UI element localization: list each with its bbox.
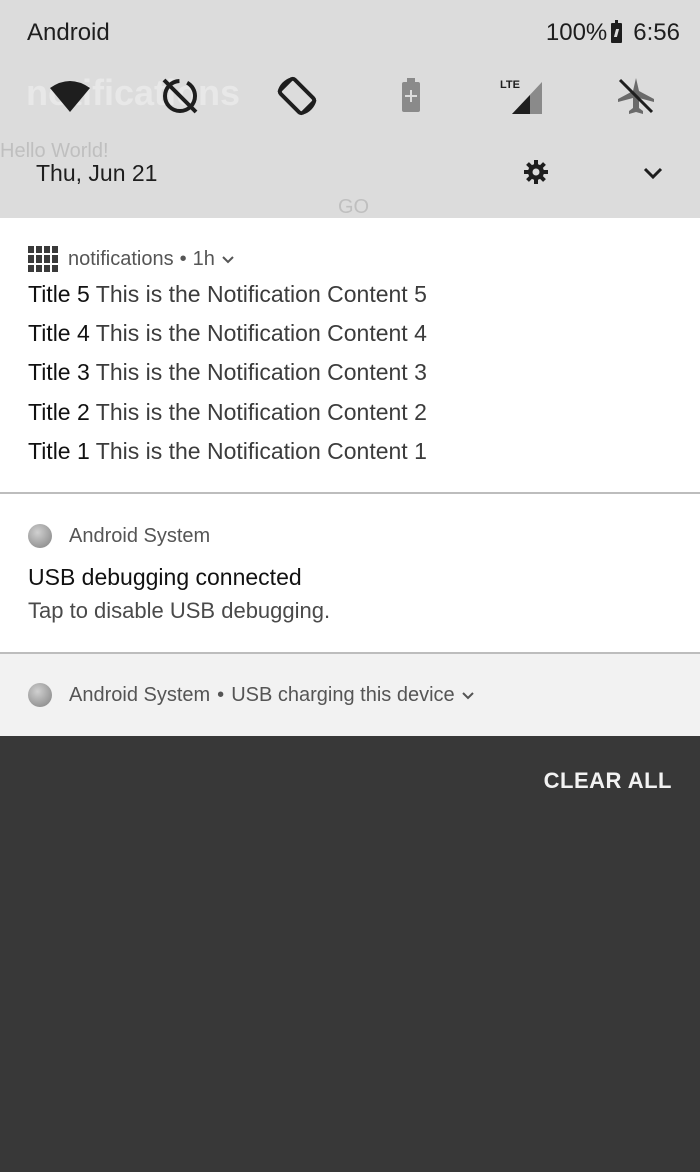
battery-percent: 100% <box>545 19 608 46</box>
notification-title: Title 1 <box>28 438 90 464</box>
date-row: Thu, Jun 21 <box>0 136 700 216</box>
notification-item[interactable]: Title 4 This is the Notification Content… <box>28 320 427 347</box>
notification-title: Title 5 <box>28 281 90 307</box>
app-name: Android System <box>69 683 211 706</box>
status-bar: Android 100% 6:56 <box>0 0 700 66</box>
wifi-icon[interactable] <box>48 74 92 118</box>
header-separator: • <box>179 247 187 270</box>
battery-saver-icon[interactable] <box>389 74 433 118</box>
notification-time: 1h <box>192 247 215 270</box>
notification-item[interactable]: Title 5 This is the Notification Content… <box>28 281 427 308</box>
notification-content: This is the Notification Content 1 <box>95 438 427 464</box>
gear-icon[interactable] <box>522 158 550 186</box>
clock: 6:56 <box>633 19 680 46</box>
notification-title: Title 3 <box>28 359 90 385</box>
chevron-down-icon[interactable] <box>461 688 475 702</box>
lte-signal-icon[interactable]: LTE <box>500 74 544 118</box>
notification-item[interactable]: Title 3 This is the Notification Content… <box>28 359 427 386</box>
auto-rotate-icon[interactable] <box>275 74 319 118</box>
clear-all-button[interactable]: CLEAR ALL <box>544 768 672 794</box>
usb-debugging-title: USB debugging connected <box>28 564 302 590</box>
usb-debugging-header: Android System <box>28 524 210 548</box>
date-label: Thu, Jun 21 <box>36 160 158 186</box>
android-system-icon <box>28 683 52 707</box>
header-separator: • <box>217 683 225 706</box>
notification-content: This is the Notification Content 4 <box>95 320 427 346</box>
notification-content: This is the Notification Content 3 <box>95 359 427 385</box>
notification-item[interactable]: Title 2 This is the Notification Content… <box>28 399 427 426</box>
usb-charging-header: Android System • USB charging this devic… <box>28 683 475 707</box>
notification-content: This is the Notification Content 2 <box>95 399 427 425</box>
quick-settings-tiles: notifications Hello World! GO LTE <box>0 66 700 218</box>
notification-title: Title 2 <box>28 399 90 425</box>
notification-content: This is the Notification Content 5 <box>95 281 427 307</box>
android-system-icon <box>28 524 52 548</box>
quick-settings-shade: Android 100% 6:56 notifications Hello Wo… <box>0 0 700 218</box>
battery-charging-icon <box>611 20 623 43</box>
expand-chevron-down-icon[interactable] <box>640 160 666 186</box>
carrier-label: Android <box>27 19 110 46</box>
airplane-mode-off-icon[interactable] <box>614 74 658 118</box>
usb-charging-card[interactable]: Android System • USB charging this devic… <box>0 654 700 736</box>
notification-group-card[interactable]: notifications • 1h Title 5 This is the N… <box>0 218 700 492</box>
chevron-down-icon[interactable] <box>221 252 235 266</box>
svg-text:LTE: LTE <box>500 79 520 91</box>
app-name: Android System <box>69 524 211 547</box>
notification-title: Title 4 <box>28 320 90 346</box>
notification-header: notifications • 1h <box>28 246 235 272</box>
app-grid-icon <box>28 246 58 272</box>
status-right: 100% 6:56 <box>546 19 680 47</box>
data-saver-off-icon[interactable] <box>158 74 202 118</box>
usb-debugging-body: Tap to disable USB debugging. <box>28 598 331 623</box>
usb-charging-text: USB charging this device <box>231 683 455 706</box>
app-name: notifications <box>68 247 174 270</box>
notification-item[interactable]: Title 1 This is the Notification Content… <box>28 438 427 465</box>
usb-debugging-card[interactable]: Android System USB debugging connected T… <box>0 494 700 652</box>
